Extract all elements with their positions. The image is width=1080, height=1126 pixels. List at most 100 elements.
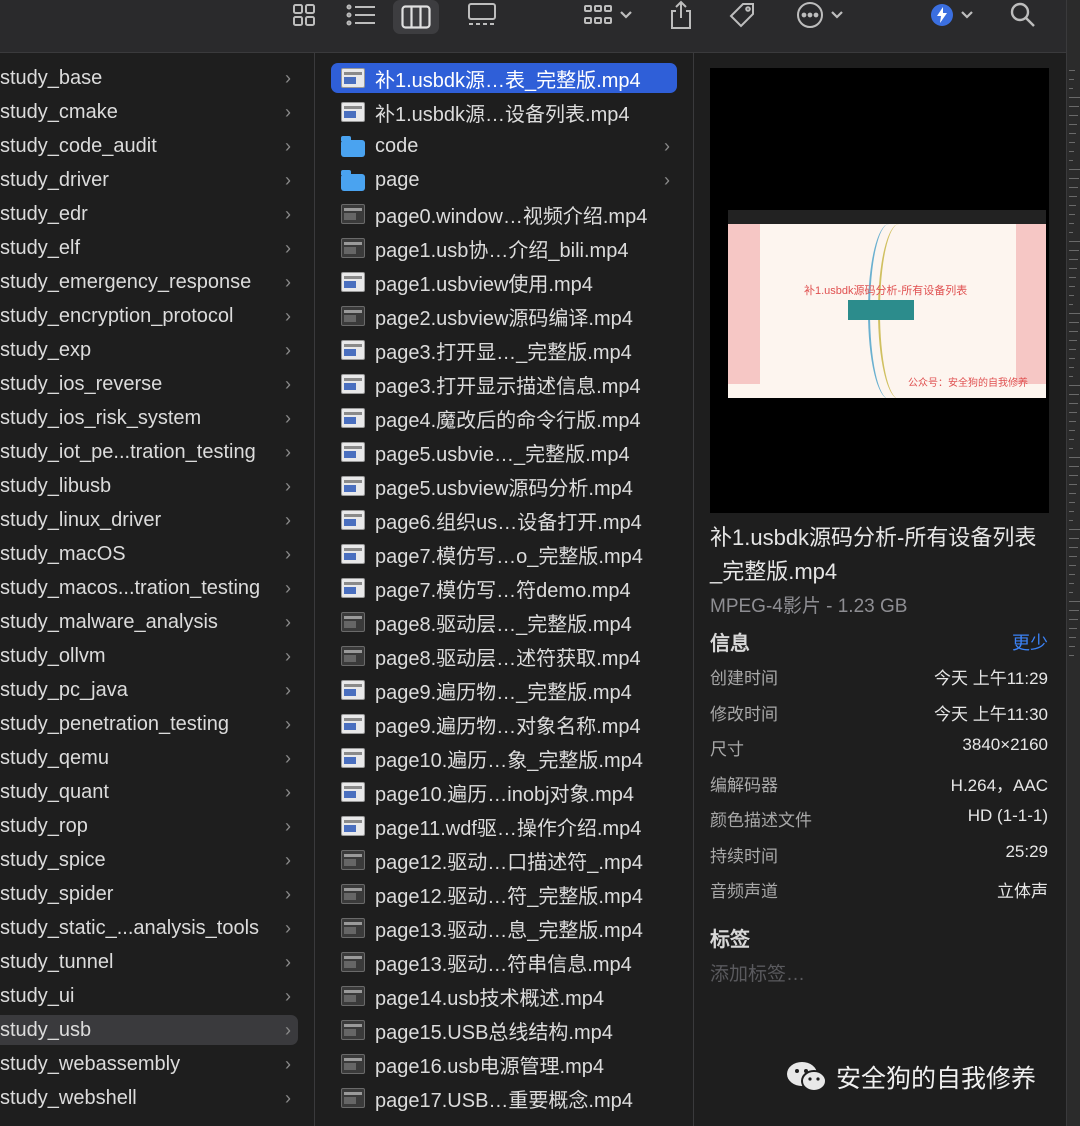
folder-item[interactable]: study_base ›: [0, 63, 298, 93]
search-icon[interactable]: [1008, 0, 1038, 30]
file-item[interactable]: page13.驱动…息_完整版.mp4: [331, 913, 677, 943]
file-item[interactable]: page6.组织us…设备打开.mp4: [331, 505, 677, 535]
file-item[interactable]: page11.wdf驱…操作介绍.mp4: [331, 811, 677, 841]
info-key: 尺寸: [710, 740, 744, 759]
folder-item[interactable]: study_spider ›: [0, 879, 298, 909]
video-file-icon: [341, 884, 365, 904]
folder-item[interactable]: study_linux_driver ›: [0, 505, 298, 535]
file-item[interactable]: page15.USB总线结构.mp4: [331, 1015, 677, 1045]
info-row: 音频声道 立体声: [710, 877, 1048, 902]
file-item[interactable]: page10.遍历…inobj对象.mp4: [331, 777, 677, 807]
file-item[interactable]: page9.遍历物…_完整版.mp4: [331, 675, 677, 705]
folder-item[interactable]: study_edr ›: [0, 199, 298, 229]
folder-item-label: study_macOS: [0, 542, 126, 565]
file-item[interactable]: page7.模仿写…符demo.mp4: [331, 573, 677, 603]
folder-item[interactable]: study_macOS ›: [0, 539, 298, 569]
file-item[interactable]: page9.遍历物…对象名称.mp4: [331, 709, 677, 739]
share-icon[interactable]: [666, 0, 696, 30]
folder-item[interactable]: study_penetration_testing ›: [0, 709, 298, 739]
folder-item[interactable]: study_spice ›: [0, 845, 298, 875]
folder-item[interactable]: study_driver ›: [0, 165, 298, 195]
chevron-right-icon: ›: [285, 135, 291, 156]
file-item[interactable]: page12.驱动…口描述符_.mp4: [331, 845, 677, 875]
file-item[interactable]: page3.打开显示描述信息.mp4: [331, 369, 677, 399]
list-view-icon[interactable]: [344, 0, 378, 30]
folder-item[interactable]: page ›: [331, 165, 677, 195]
folder-item[interactable]: study_qemu ›: [0, 743, 298, 773]
shortcut-icon[interactable]: [926, 0, 978, 30]
folder-item[interactable]: study_usb ›: [0, 1015, 298, 1045]
folder-item[interactable]: study_cmake ›: [0, 97, 298, 127]
file-item[interactable]: page1.usbview使用.mp4: [331, 267, 677, 297]
file-item-label: page9.遍历物…_完整版.mp4: [375, 681, 632, 704]
file-item[interactable]: page0.window…视频介绍.mp4: [331, 199, 677, 229]
file-item[interactable]: page2.usbview源码编译.mp4: [331, 301, 677, 331]
folder-item[interactable]: study_exp ›: [0, 335, 298, 365]
folder-item[interactable]: code ›: [331, 131, 677, 161]
file-item[interactable]: 补1.usbdk源…表_完整版.mp4: [331, 63, 677, 93]
file-item[interactable]: page8.驱动层…_完整版.mp4: [331, 607, 677, 637]
file-item[interactable]: page13.驱动…符串信息.mp4: [331, 947, 677, 977]
icon-view-icon[interactable]: [289, 0, 319, 30]
folder-item[interactable]: study_rop ›: [0, 811, 298, 841]
watermark-text: 安全狗的自我修养: [836, 1065, 1037, 1093]
folder-item-label: study_driver: [0, 168, 109, 191]
more-icon[interactable]: [792, 0, 848, 30]
chevron-right-icon: ›: [285, 101, 291, 122]
file-item[interactable]: page17.USB…重要概念.mp4: [331, 1083, 677, 1113]
folder-item[interactable]: study_elf ›: [0, 233, 298, 263]
folder-item[interactable]: study_libusb ›: [0, 471, 298, 501]
video-file-icon: [341, 374, 365, 394]
file-item[interactable]: page10.遍历…象_完整版.mp4: [331, 743, 677, 773]
info-row: 颜色描述文件 HD (1-1-1): [710, 806, 1048, 831]
folder-item[interactable]: study_ollvm ›: [0, 641, 298, 671]
file-item[interactable]: page5.usbvie…_完整版.mp4: [331, 437, 677, 467]
info-key: 音频声道: [710, 882, 778, 901]
file-item-label: page7.模仿写…o_完整版.mp4: [375, 545, 643, 568]
folder-item[interactable]: study_pc_java ›: [0, 675, 298, 705]
gallery-view-icon[interactable]: [465, 0, 499, 30]
file-item[interactable]: page5.usbview源码分析.mp4: [331, 471, 677, 501]
folder-item[interactable]: study_macos...tration_testing ›: [0, 573, 298, 603]
folder-item[interactable]: study_webassembly ›: [0, 1049, 298, 1079]
file-item-label: page5.usbvie…_完整版.mp4: [375, 443, 630, 466]
file-item[interactable]: page3.打开显…_完整版.mp4: [331, 335, 677, 365]
file-item[interactable]: page14.usb技术概述.mp4: [331, 981, 677, 1011]
folder-item[interactable]: study_ios_risk_system ›: [0, 403, 298, 433]
folder-item[interactable]: study_emergency_response ›: [0, 267, 298, 297]
folder-item[interactable]: study_code_audit ›: [0, 131, 298, 161]
file-item[interactable]: page16.usb电源管理.mp4: [331, 1049, 677, 1079]
info-key: 颜色描述文件: [710, 811, 812, 830]
chevron-right-icon: ›: [285, 339, 291, 360]
folder-item[interactable]: study_static_...analysis_tools ›: [0, 913, 298, 943]
group-icon[interactable]: [578, 0, 638, 30]
folder-item-label: study_tunnel: [0, 950, 114, 973]
file-item[interactable]: page12.驱动…符_完整版.mp4: [331, 879, 677, 909]
tags-heading: 标签: [710, 929, 750, 951]
file-item[interactable]: page1.usb协…介绍_bili.mp4: [331, 233, 677, 263]
folder-item[interactable]: study_encryption_protocol ›: [0, 301, 298, 331]
folder-item[interactable]: study_iot_pe...tration_testing ›: [0, 437, 298, 467]
folder-item[interactable]: study_quant ›: [0, 777, 298, 807]
file-item[interactable]: page8.驱动层…述符获取.mp4: [331, 641, 677, 671]
file-item[interactable]: 补1.usbdk源…设备列表.mp4: [331, 97, 677, 127]
folder-item[interactable]: study_ui ›: [0, 981, 298, 1011]
file-item-label: code: [375, 134, 419, 157]
file-item[interactable]: page7.模仿写…o_完整版.mp4: [331, 539, 677, 569]
folder-item[interactable]: study_webshell ›: [0, 1083, 298, 1113]
folder-item[interactable]: study_malware_analysis ›: [0, 607, 298, 637]
tag-icon[interactable]: [726, 0, 758, 30]
video-preview[interactable]: 补1.usbdk源码分析-所有设备列表 公众号：安全狗的自我修养: [710, 68, 1049, 513]
video-file-icon: [341, 918, 365, 938]
folder-item-label: study_cmake: [0, 100, 118, 123]
file-item[interactable]: page4.魔改后的命令行版.mp4: [331, 403, 677, 433]
folder-item[interactable]: study_ios_reverse ›: [0, 369, 298, 399]
file-column: 补1.usbdk源…表_完整版.mp4 补1.usbdk源…设备列表.mp4 cod…: [315, 53, 694, 1126]
folder-item[interactable]: study_tunnel ›: [0, 947, 298, 977]
folder-item-label: study_code_audit: [0, 134, 157, 157]
video-file-icon: [341, 238, 365, 258]
column-view-icon[interactable]: [393, 0, 439, 34]
show-less-link[interactable]: 更少: [1012, 629, 1048, 655]
video-file-icon: [341, 442, 365, 462]
add-tag-field[interactable]: 添加标签…: [710, 959, 805, 986]
